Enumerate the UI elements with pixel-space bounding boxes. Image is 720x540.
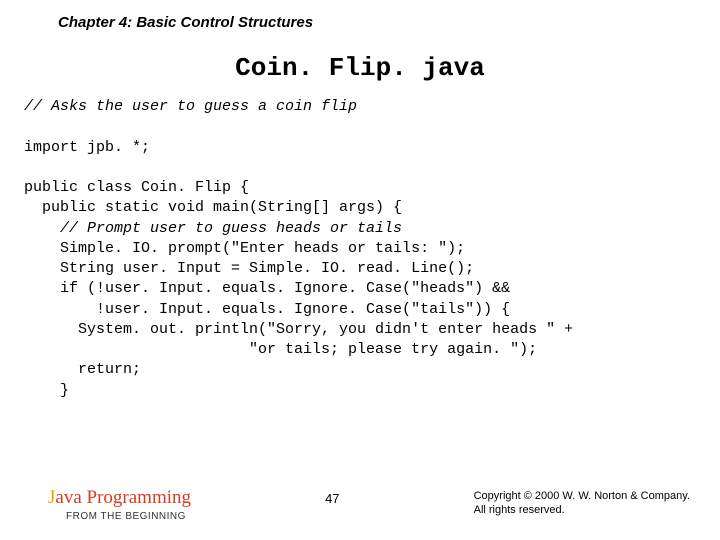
code-line: Simple. IO. prompt("Enter heads or tails…: [24, 240, 465, 257]
book-title: Java Programming: [48, 487, 191, 509]
copyright-line: Copyright © 2000 W. W. Norton & Company.: [474, 489, 690, 503]
code-line: return;: [24, 361, 141, 378]
code-line: !user. Input. equals. Ignore. Case("tail…: [24, 301, 510, 318]
code-line: public static void main(String[] args) {: [24, 199, 402, 216]
code-line: }: [24, 382, 69, 399]
code-line: String user. Input = Simple. IO. read. L…: [24, 260, 474, 277]
page-number: 47: [191, 487, 474, 506]
slide-title: Coin. Flip. java: [0, 53, 720, 83]
code-line: public class Coin. Flip {: [24, 179, 249, 196]
footer: Java Programming FROM THE BEGINNING 47 C…: [0, 487, 720, 522]
code-line: // Asks the user to guess a coin flip: [24, 98, 357, 115]
footer-left: Java Programming FROM THE BEGINNING: [0, 487, 191, 522]
code-line: "or tails; please try again. ");: [24, 341, 537, 358]
chapter-header: Chapter 4: Basic Control Structures: [0, 0, 720, 31]
copyright: Copyright © 2000 W. W. Norton & Company.…: [474, 487, 720, 518]
book-title-rest: ava Programming: [55, 487, 191, 508]
copyright-line: All rights reserved.: [474, 503, 690, 517]
code-line: import jpb. *;: [24, 139, 150, 156]
code-block: // Asks the user to guess a coin flip im…: [0, 83, 720, 401]
code-line: // Prompt user to guess heads or tails: [24, 220, 402, 237]
book-subtitle: FROM THE BEGINNING: [48, 511, 191, 522]
code-line: if (!user. Input. equals. Ignore. Case("…: [24, 280, 510, 297]
code-line: System. out. println("Sorry, you didn't …: [24, 321, 573, 338]
